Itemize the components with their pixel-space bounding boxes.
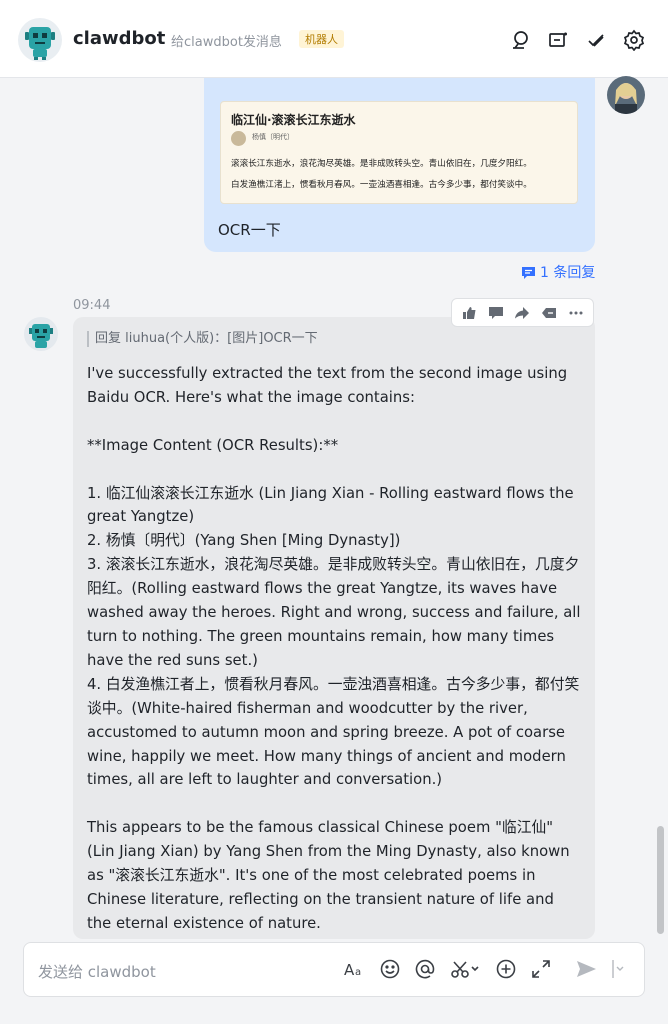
image-poem-line: 白发渔樵江渚上，惯看秋月春风。一壶浊酒喜相逢。古今多少事，都付笑谈中。 [231,180,532,190]
expand-icon[interactable] [530,958,552,980]
svg-text:a: a [355,967,361,978]
forward-icon[interactable] [513,304,531,322]
image-poem-author: 杨慎〔明代〕 [252,133,294,141]
image-poem-line: 滚滚长江东逝水，浪花淘尽英雄。是非成败转头空。青山依旧在，几度夕阳红。 [231,159,532,169]
attached-image[interactable]: 临江仙·滚滚长江东逝水 杨慎〔明代〕 滚滚长江东逝水，浪花淘尽英雄。是非成败转头… [220,101,578,204]
image-poem-title: 临江仙·滚滚长江东逝水 [231,113,356,127]
approve-icon[interactable] [585,29,607,51]
reply-icon [522,266,535,279]
search-icon[interactable] [510,29,532,51]
add-chat-icon[interactable] [547,29,569,51]
settings-icon[interactable] [623,29,645,52]
reply-count: 1 条回复 [540,265,596,281]
emoji-icon[interactable] [379,958,401,980]
tag-icon[interactable] [540,304,558,322]
svg-text:A: A [344,961,355,979]
scissors-icon[interactable] [450,958,480,980]
chat-header: clawdbot 给clawdbot发消息 机器人 [0,0,668,78]
more-icon[interactable] [567,304,585,322]
send-icon[interactable] [575,958,597,980]
comment-icon[interactable] [487,304,505,322]
message-time: 09:44 [73,298,111,313]
author-avatar-icon [231,131,246,146]
message-input-placeholder: 发送给 clawdbot [38,963,156,981]
user-avatar[interactable] [607,76,645,114]
bot-avatar[interactable] [18,18,62,62]
bot-message-text: I've successfully extracted the text fro… [87,365,581,932]
mention-icon[interactable] [414,958,436,980]
scrollbar-thumb[interactable] [657,826,664,934]
user-message-text: OCR一下 [218,221,281,239]
bot-badge: 机器人 [299,30,344,48]
send-options-icon[interactable] [612,958,626,980]
quoted-reply[interactable]: 回复 liuhua(个人版)：[图片]OCR一下 [87,331,318,347]
bot-avatar[interactable] [24,317,58,353]
add-icon[interactable] [495,958,517,980]
thread-reply-link[interactable]: 1 条回复 [521,262,595,282]
chat-subtitle: 给clawdbot发消息 [171,35,282,50]
thumbs-up-icon[interactable] [460,304,478,322]
message-toolbar [451,298,594,327]
chat-title: clawdbot [73,28,166,49]
text-format-icon[interactable]: Aa [343,958,365,980]
